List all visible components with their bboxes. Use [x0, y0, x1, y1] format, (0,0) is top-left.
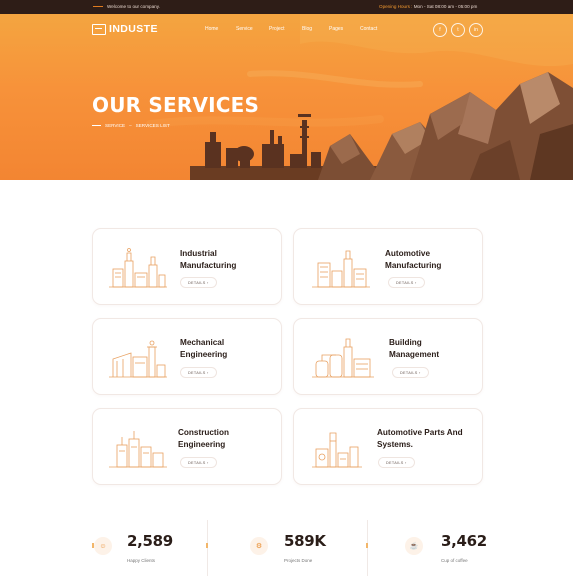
welcome-text: Welcome to our company.: [93, 4, 160, 9]
service-card-automotive-manufacturing[interactable]: Automotive Manufacturing DETAILS ›: [293, 228, 483, 305]
stat-divider-mark: [206, 543, 208, 548]
service-title[interactable]: Mechanical Engineering: [180, 337, 227, 360]
service-card-building-management[interactable]: Building Management DETAILS ›: [293, 318, 483, 395]
details-button[interactable]: DETAILS ›: [180, 367, 217, 378]
details-label: DETAILS: [188, 371, 206, 375]
nav-service[interactable]: Service: [236, 26, 253, 32]
details-button[interactable]: DETAILS ›: [180, 457, 217, 468]
details-button[interactable]: DETAILS ›: [388, 277, 425, 288]
coffee-icon: ☕: [405, 537, 423, 555]
details-button[interactable]: DETAILS ›: [392, 367, 429, 378]
details-label: DETAILS: [188, 281, 206, 285]
linkedin-icon[interactable]: in: [469, 23, 483, 37]
service-title[interactable]: Automotive Parts And Systems.: [377, 427, 463, 450]
service-card-mechanical-engineering[interactable]: Mechanical Engineering DETAILS ›: [92, 318, 282, 395]
nav-pages[interactable]: Pages: [329, 26, 343, 32]
factory-icon: [92, 23, 106, 35]
plant-illustration-icon: [312, 250, 370, 288]
stat-label-projects: Projects Done: [284, 558, 313, 563]
nav-project[interactable]: Project: [269, 26, 285, 32]
silos-illustration-icon: [109, 431, 167, 468]
service-title[interactable]: Automotive Manufacturing: [385, 248, 441, 271]
stat-label-coffee: Cup of coffee: [441, 558, 468, 563]
service-title-text: Automotive Manufacturing: [385, 249, 442, 270]
service-title[interactable]: Construction Engineering: [178, 427, 229, 450]
chevron-right-icon: ›: [207, 461, 209, 465]
details-label: DETAILS: [386, 461, 404, 465]
chevron-right-icon: ›: [415, 281, 417, 285]
service-card-automotive-parts[interactable]: Automotive Parts And Systems. DETAILS ›: [293, 408, 483, 485]
stat-value-projects: 589K: [284, 532, 326, 550]
service-title-text: Building Management: [389, 338, 440, 359]
stat-label-clients: Happy Clients: [127, 558, 156, 563]
nav-blog[interactable]: Blog: [302, 26, 312, 32]
brand-logo[interactable]: INDUSTE: [92, 23, 158, 35]
stat-divider-mark: [366, 543, 368, 548]
nav-contact[interactable]: Contact: [360, 26, 377, 32]
opening-hours-label: Opening Hours :: [379, 4, 413, 9]
facebook-icon[interactable]: f: [433, 23, 447, 37]
opening-hours: Opening Hours : Mon - Sat 08:00 am - 05:…: [379, 4, 477, 9]
details-button[interactable]: DETAILS ›: [378, 457, 415, 468]
page-title: OUR SERVICES: [92, 93, 260, 117]
service-title-text: Mechanical Engineering: [180, 338, 228, 359]
details-label: DETAILS: [188, 461, 206, 465]
service-card-industrial-manufacturing[interactable]: Industrial Manufacturing DETAILS ›: [92, 228, 282, 305]
breadcrumb: SERVICE – SERVICES LIST: [92, 123, 170, 128]
breadcrumb-service[interactable]: SERVICE: [105, 123, 125, 128]
user-icon: ☺: [94, 537, 112, 555]
top-bar: Welcome to our company. Opening Hours : …: [0, 0, 573, 14]
brand-name: INDUSTE: [109, 23, 158, 35]
breadcrumb-current: SERVICES LIST: [135, 123, 170, 128]
workshop-illustration-icon: [312, 432, 362, 468]
gear-icon: ⚙: [250, 537, 268, 555]
chevron-right-icon: ›: [405, 461, 407, 465]
main-nav: INDUSTE Home Service Project Blog Pages …: [0, 14, 573, 44]
service-title-text: Industrial Manufacturing: [180, 249, 237, 270]
service-title-text: Automotive Parts And Systems.: [377, 428, 463, 449]
chevron-right-icon: ›: [419, 371, 421, 375]
breadcrumb-separator: –: [129, 123, 132, 128]
hero-banner: INDUSTE Home Service Project Blog Pages …: [0, 14, 573, 180]
stat-divider: [367, 520, 368, 576]
service-title[interactable]: Building Management: [389, 337, 439, 360]
chevron-right-icon: ›: [207, 281, 209, 285]
stat-value-clients: 2,589: [127, 532, 173, 550]
service-card-construction-engineering[interactable]: Construction Engineering DETAILS ›: [92, 408, 282, 485]
service-title[interactable]: Industrial Manufacturing: [180, 248, 236, 271]
factory-illustration-icon: [109, 248, 167, 288]
twitter-icon[interactable]: t: [451, 23, 465, 37]
details-label: DETAILS: [400, 371, 418, 375]
breadcrumb-dash: [92, 125, 101, 126]
opening-hours-value: Mon - Sat 08:00 am - 05:00 pm: [413, 4, 478, 9]
details-label: DETAILS: [396, 281, 414, 285]
chevron-right-icon: ›: [207, 371, 209, 375]
tanks-illustration-icon: [312, 338, 374, 378]
stat-value-coffee: 3,462: [441, 532, 487, 550]
nav-home[interactable]: Home: [205, 26, 218, 32]
stat-divider: [207, 520, 208, 576]
service-title-text: Construction Engineering: [178, 428, 229, 449]
refinery-illustration-icon: [109, 340, 167, 378]
details-button[interactable]: DETAILS ›: [180, 277, 217, 288]
